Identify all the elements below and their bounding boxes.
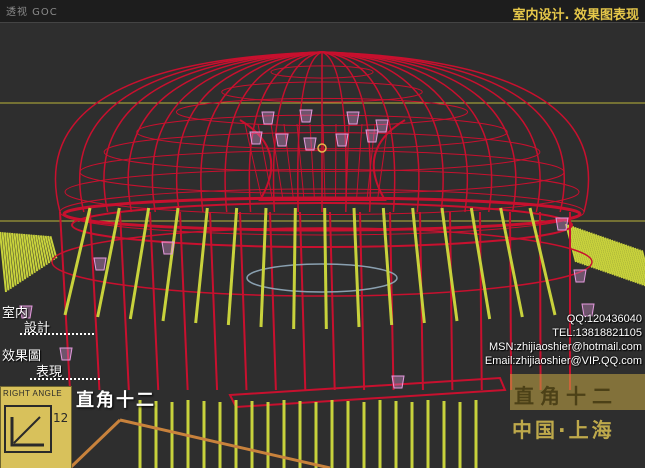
support-leg [359, 211, 366, 391]
pendant-lamp [375, 119, 389, 133]
yellow-beam [292, 207, 297, 330]
support-leg [149, 211, 160, 391]
brand-title: 室内设计. 效果图表现 [512, 8, 639, 23]
yellow-beam [411, 207, 426, 324]
support-leg [329, 211, 336, 391]
viewport[interactable]: 透视 GOC 室内设计. 效果图表现 室内 設計 效果圖 表現 QQ:12043… [0, 0, 645, 468]
dome-meridian [151, 51, 323, 213]
yellow-beam [63, 207, 92, 316]
floor-strip [228, 376, 507, 409]
stage-ring [246, 263, 398, 293]
right-angle-icon [4, 405, 52, 453]
pendant-lamp [59, 347, 73, 361]
contact-tel: TEL:13818821105 [552, 327, 642, 339]
pendant-lamp [299, 109, 313, 123]
viewport-title-bar: 透视 GOC 室内设计. 效果图表现 [0, 0, 645, 23]
support-leg [239, 211, 248, 391]
dome-meridian [297, 51, 323, 213]
viewport-label[interactable]: 透视 GOC [6, 3, 58, 18]
support-leg [479, 211, 483, 391]
dotted-divider [20, 333, 94, 335]
contact-block: QQ:120436040 TEL:13818821105 MSN:zhijiao… [485, 312, 642, 368]
pendant-lamp [249, 131, 263, 145]
yellow-beam [161, 207, 180, 322]
orange-bar [68, 418, 122, 468]
pendant-lamp [93, 257, 107, 271]
pendant-lamp [275, 133, 289, 147]
logo-right-angle-text: RIGHT ANGLE [3, 389, 63, 398]
yellow-beam [226, 207, 239, 326]
watermark-name: 直角十二 [514, 384, 618, 408]
funnel-rib [356, 123, 363, 201]
contact-email: Email:zhijiaoshier@VIP.QQ.com [484, 355, 642, 367]
pendant-lamp [346, 111, 360, 125]
pendant-lamp [335, 133, 349, 147]
support-leg [209, 211, 219, 391]
support-leg [179, 211, 189, 391]
yellow-beam [323, 207, 328, 330]
yellow-beam [352, 207, 361, 328]
pendant-lamp [365, 129, 379, 143]
pendant-lamp [161, 241, 175, 255]
funnel-rib [377, 123, 389, 201]
pendant-lamp [391, 375, 405, 389]
support-leg [269, 211, 277, 391]
contact-qq: QQ:120436040 [566, 313, 642, 325]
right-angle-logo: RIGHT ANGLE 12 [0, 386, 72, 468]
support-leg [449, 211, 454, 391]
logo-number: 12 [53, 411, 69, 425]
dotted-divider [30, 378, 100, 380]
support-leg [299, 211, 307, 391]
pendant-lamp [555, 217, 569, 231]
pendant-lamp [573, 269, 587, 283]
contact-msn: MSN:zhijiaoshier@hotmail.com [489, 341, 642, 353]
yellow-beam [259, 207, 268, 328]
pendant-lamp [303, 137, 317, 151]
yellow-beam [194, 207, 209, 324]
logo-title: 直角十二 [76, 390, 156, 411]
pendant-lamp [261, 111, 275, 125]
support-leg [89, 211, 101, 391]
watermark-city: 中国·上海 [512, 418, 615, 442]
dome-meridian [321, 51, 493, 213]
dome-meridian [321, 51, 347, 213]
